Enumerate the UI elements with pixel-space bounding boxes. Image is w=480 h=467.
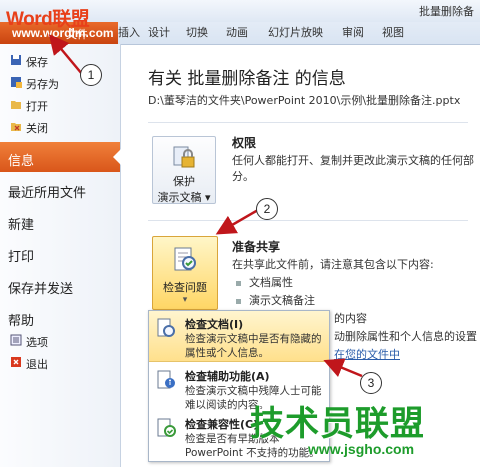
callout-2: 2 (256, 198, 278, 220)
arrow-to-check-issues (215, 208, 259, 235)
callout-1: 1 (80, 64, 102, 86)
arrow-to-file-tab (48, 34, 83, 75)
watermark-big: 技术员联盟 (250, 404, 425, 444)
watermark-big-url: www.jsgho.com (308, 441, 415, 457)
callout-3: 3 (360, 372, 382, 394)
arrow-to-inspect-document (323, 358, 363, 378)
